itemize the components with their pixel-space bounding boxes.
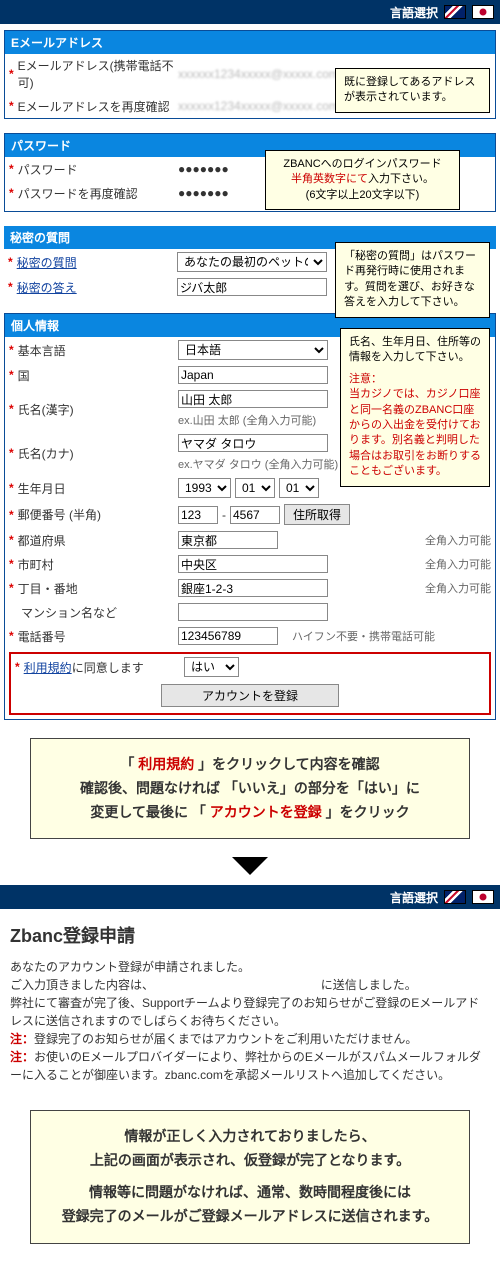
secret-question-select[interactable]: あなたの最初のペットの名前は？ <box>177 252 327 272</box>
secret-callout: 「秘密の質問」はパスワード再発行時に使用されます。質問を選び、お好きな答えを入力… <box>335 242 490 318</box>
name-kana-hint: ex.ヤマダ タロウ (全角入力可能) <box>178 456 338 472</box>
password-callout: ZBANCへのログインパスワード 半角英数字にて入力下さい。 (6文字以上20文… <box>265 150 460 210</box>
secret-question-label[interactable]: 秘密の質問 <box>17 254 77 271</box>
flag-jp-icon[interactable] <box>472 890 494 904</box>
tel-hint: ハイフン不要・携帯電話可能 <box>292 628 435 644</box>
birth-label: 生年月日 <box>18 480 66 497</box>
email-confirm-preview: xxxxxx1234xxxxx@xxxxx.com <box>178 99 339 113</box>
flag-uk-icon[interactable] <box>444 890 466 904</box>
name-kanji-label: 氏名(漢字) <box>18 401 74 418</box>
name-kanji-hint: ex.山田 太郎 (全角入力可能) <box>178 412 316 428</box>
email-confirm-label: Eメールアドレスを再度確認 <box>18 98 170 115</box>
language-label: 言語選択 <box>390 4 438 21</box>
required-icon: * <box>8 280 13 294</box>
tel-input[interactable] <box>178 627 278 645</box>
confirmation-heading: Zbanc登録申請 <box>10 923 490 950</box>
bldg-label: マンション名など <box>21 604 117 621</box>
postal-label: 郵便番号 (半角) <box>18 506 101 523</box>
city-label: 市町村 <box>18 556 54 573</box>
name-kana-label: 氏名(カナ) <box>18 445 74 462</box>
register-button[interactable]: アカウントを登録 <box>161 684 339 707</box>
required-icon: * <box>9 99 14 113</box>
flag-uk-icon[interactable] <box>444 5 466 19</box>
postal-lookup-button[interactable]: 住所取得 <box>284 504 350 525</box>
postal1-input[interactable] <box>178 506 218 524</box>
lang-label: 基本言語 <box>18 342 66 359</box>
city-hint: 全角入力可能 <box>425 556 491 572</box>
pref-input[interactable] <box>178 531 278 549</box>
instruction-note-1: 「 利用規約 」をクリックして内容を確認 確認後、問題なければ 「いいえ」の部分… <box>30 738 470 839</box>
flag-jp-icon[interactable] <box>472 5 494 19</box>
required-icon: * <box>9 162 14 176</box>
addr-input[interactable] <box>178 579 328 597</box>
terms-select[interactable]: はい <box>184 657 239 677</box>
required-icon: * <box>8 255 13 269</box>
birth-year-select[interactable]: 1993 <box>178 478 231 498</box>
country-label: 国 <box>18 367 30 384</box>
terms-link[interactable]: 利用規約 <box>24 661 72 675</box>
city-input[interactable] <box>178 555 328 573</box>
terms-box: * 利用規約に同意します はい アカウントを登録 <box>9 652 491 715</box>
pref-label: 都道府県 <box>18 532 66 549</box>
confirmation-line: 弊社にて審査が完了後、Supportチームより登録完了のお知らせがご登録のEメー… <box>10 994 490 1030</box>
birth-month-select[interactable]: 01 <box>235 478 275 498</box>
email-preview: xxxxxx1234xxxxx@xxxxx.com <box>178 67 339 81</box>
pref-hint: 全角入力可能 <box>425 532 491 548</box>
required-icon: * <box>9 186 14 200</box>
lang-select[interactable]: 日本語 <box>178 340 328 360</box>
password-dots: ●●●●●●● <box>178 162 229 176</box>
confirmation-warn: 注：登録完了のお知らせが届くまではアカウントをご利用いただけません。 <box>10 1030 490 1048</box>
confirmation-line: あなたのアカウント登録が申請されました。 <box>10 958 490 976</box>
confirmation-section: Zbanc登録申請 あなたのアカウント登録が申請されました。 ご入力頂きました内… <box>0 909 500 1092</box>
addr-label: 丁目・番地 <box>18 580 78 597</box>
required-icon: * <box>9 67 14 81</box>
name-kana-input[interactable] <box>178 434 328 452</box>
info-callout: 氏名、生年月日、住所等の情報を入力して下さい。 注意： 当カジノでは、カジノ口座… <box>340 328 490 487</box>
secret-answer-label[interactable]: 秘密の答え <box>17 279 77 296</box>
arrow-down-icon <box>232 857 268 875</box>
email-callout: 既に登録してあるアドレスが表示されています。 <box>335 68 490 113</box>
confirmation-warn: 注：お使いのEメールプロバイダーにより、弊社からのEメールがスパムメールフォルダ… <box>10 1048 490 1084</box>
bldg-input[interactable] <box>178 603 328 621</box>
password-label: パスワード <box>18 161 78 178</box>
tel-label: 電話番号 <box>18 628 66 645</box>
email-section-title: Eメールアドレス <box>5 31 495 54</box>
birth-day-select[interactable]: 01 <box>279 478 319 498</box>
addr-hint: 全角入力可能 <box>425 580 491 596</box>
country-input[interactable] <box>178 366 328 384</box>
postal2-input[interactable] <box>230 506 280 524</box>
password-confirm-label: パスワードを再度確認 <box>18 185 138 202</box>
secret-answer-input[interactable] <box>177 278 327 296</box>
password-confirm-dots: ●●●●●●● <box>178 186 229 200</box>
language-label-2: 言語選択 <box>390 889 438 906</box>
name-kanji-input[interactable] <box>178 390 328 408</box>
email-label: Eメールアドレス(携帯電話不可) <box>18 57 174 91</box>
confirmation-line: ご入力頂きました内容は、 に送信しました。 <box>10 976 490 994</box>
terms-label-suffix: に同意します <box>72 661 144 675</box>
language-bar-2: 言語選択 <box>0 885 500 909</box>
instruction-note-2: 情報が正しく入力されておりましたら、 上記の画面が表示され、仮登録が完了となりま… <box>30 1110 470 1243</box>
language-bar: 言語選択 <box>0 0 500 24</box>
